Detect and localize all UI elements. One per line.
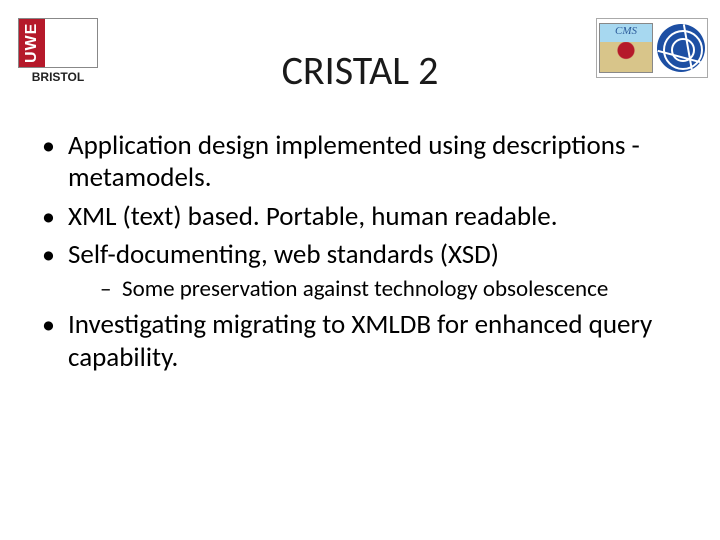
- bullet-item: XML (text) based. Portable, human readab…: [36, 201, 690, 233]
- sub-bullet-text: Some preservation against technology obs…: [122, 275, 608, 303]
- sub-bullet-list: Some preservation against technology obs…: [96, 276, 690, 304]
- bullet-list: Application design implemented using des…: [36, 130, 690, 374]
- bullet-item: Self-documenting, web standards (XSD) So…: [36, 239, 690, 303]
- bullet-item: Investigating migrating to XMLDB for enh…: [36, 309, 690, 374]
- bullet-text: XML (text) based. Portable, human readab…: [68, 200, 558, 233]
- slide: UWE BRISTOL CMS CRISTAL 2 Application de…: [0, 0, 720, 540]
- bullet-text: Self-documenting, web standards (XSD): [68, 238, 499, 271]
- slide-title: CRISTAL 2: [0, 46, 720, 95]
- cms-logo-label: CMS: [600, 25, 652, 37]
- bullet-text: Application design implemented using des…: [68, 129, 640, 194]
- sub-bullet-item: Some preservation against technology obs…: [96, 276, 690, 304]
- bullet-item: Application design implemented using des…: [36, 130, 690, 195]
- bullet-text: Investigating migrating to XMLDB for enh…: [68, 308, 652, 373]
- slide-body: Application design implemented using des…: [36, 130, 690, 380]
